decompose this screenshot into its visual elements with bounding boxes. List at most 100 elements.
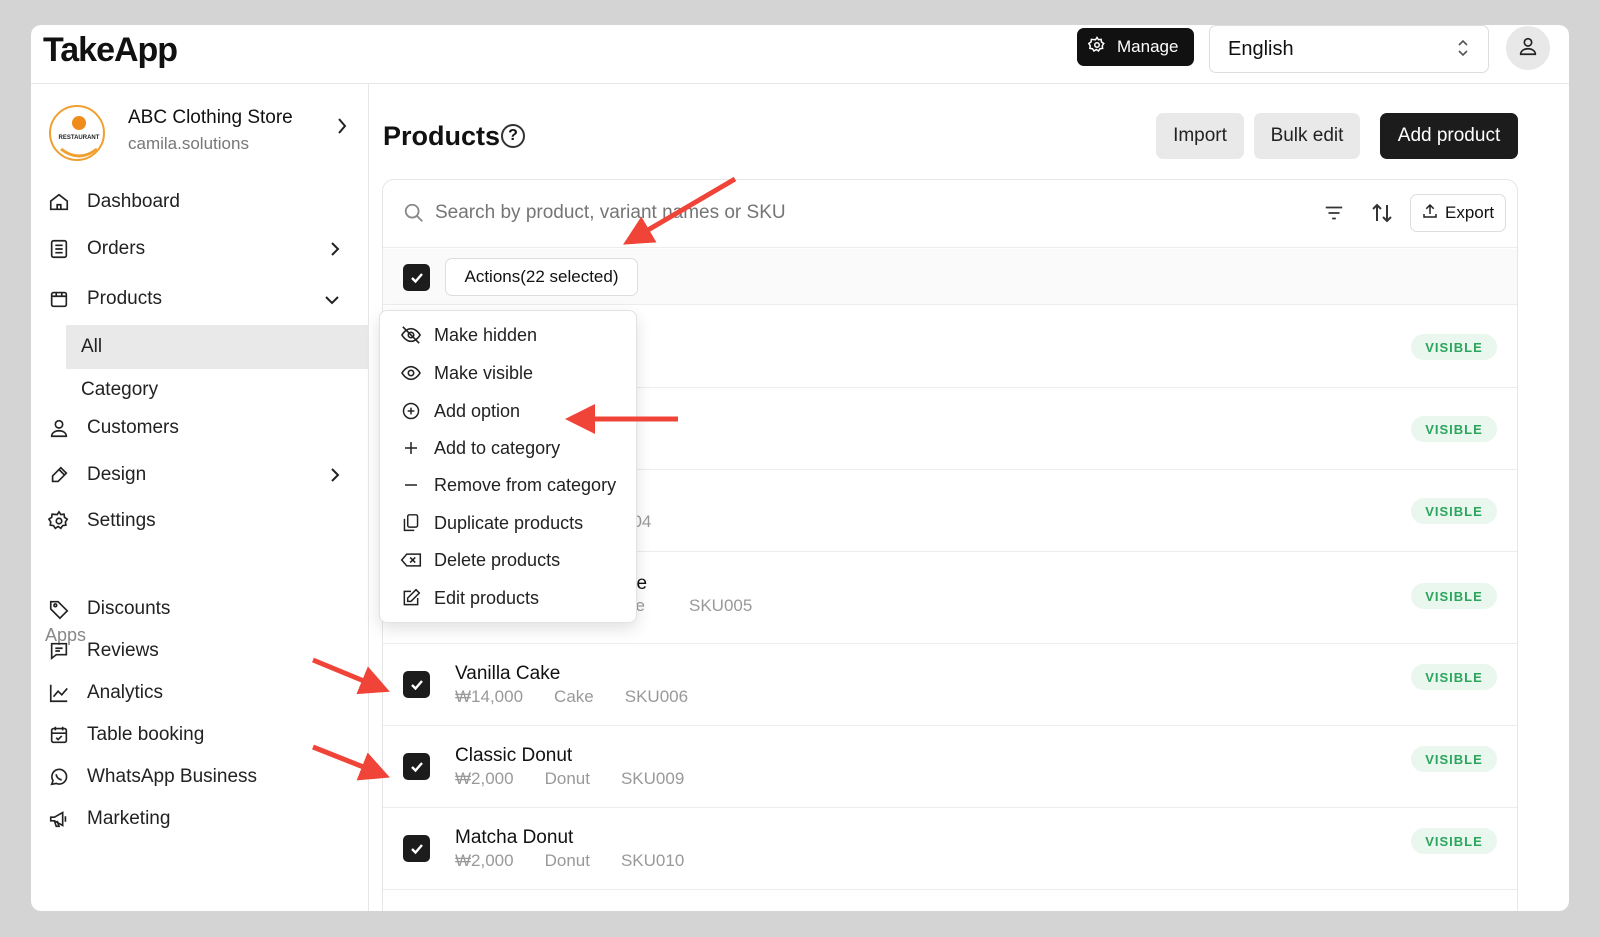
sidebar-item-label: Customers: [87, 417, 179, 438]
check-icon: [410, 679, 423, 690]
chevron-updown-icon: [1456, 37, 1470, 65]
sidebar-item-settings[interactable]: Settings: [47, 505, 357, 537]
product-category: Cake: [554, 687, 594, 706]
product-meta: ₩14,000 Cake SKU006: [455, 687, 719, 707]
sidebar-item-label: Design: [87, 464, 147, 485]
brush-icon: [47, 463, 71, 487]
add-product-button[interactable]: Add product: [1380, 113, 1518, 159]
app-window: TakeApp Manage English RESTAURANT ABC Cl…: [31, 25, 1569, 911]
menu-item-label: Edit products: [434, 587, 540, 608]
chevron-down-icon: [323, 291, 341, 313]
eye-off-icon: [400, 325, 422, 345]
product-price: ₩2,000: [455, 851, 514, 870]
sidebar-item-marketing[interactable]: Marketing: [47, 803, 357, 835]
store-switcher[interactable]: RESTAURANT ABC Clothing Store camila.sol…: [49, 101, 359, 171]
actions-button[interactable]: Actions(22 selected): [445, 258, 638, 296]
product-name: Matcha Donut: [455, 827, 574, 848]
sidebar-item-whatsapp-business[interactable]: WhatsApp Business: [47, 761, 357, 793]
product-name: Classic Donut: [455, 745, 573, 766]
user-avatar[interactable]: [1506, 26, 1550, 70]
sidebar-item-label: Settings: [87, 510, 156, 531]
sidebar-item-label: Dashboard: [87, 191, 180, 212]
gear-icon: [1087, 35, 1106, 59]
row-checkbox[interactable]: [403, 671, 430, 698]
store-name: ABC Clothing Store: [128, 107, 293, 128]
product-category: Donut: [544, 851, 590, 870]
menu-item-label: Duplicate products: [434, 512, 584, 533]
plus-circle-icon: [400, 401, 422, 421]
menu-item-duplicate-products[interactable]: Duplicate products: [400, 509, 583, 537]
row-checkbox[interactable]: [403, 753, 430, 780]
tag-icon: [47, 597, 71, 621]
orders-icon: [47, 237, 71, 261]
store-logo-text: RESTAURANT: [59, 135, 100, 141]
sidebar-item-customers[interactable]: Customers: [47, 412, 357, 444]
export-button[interactable]: Export: [1410, 194, 1506, 232]
status-badge: VISIBLE: [1411, 583, 1497, 609]
chevron-right-icon: [335, 115, 349, 142]
app-logo[interactable]: TakeApp: [43, 31, 178, 70]
sidebar-subitem-category[interactable]: Category: [66, 368, 369, 412]
eye-icon: [400, 364, 422, 382]
status-badge: VISIBLE: [1411, 664, 1497, 690]
sort-icon[interactable]: [1370, 201, 1394, 230]
row-checkbox[interactable]: [403, 835, 430, 862]
sidebar: RESTAURANT ABC Clothing Store camila.sol…: [31, 84, 369, 911]
message-icon: [47, 639, 71, 663]
menu-item-make-visible[interactable]: Make visible: [400, 359, 533, 387]
table-row[interactable]: Vanilla Cake ₩14,000 Cake SKU006 VISIBLE: [383, 644, 1517, 726]
bulk-actions-row: Actions(22 selected): [383, 249, 1517, 305]
bulk-edit-button[interactable]: Bulk edit: [1254, 113, 1360, 159]
top-bar: TakeApp Manage English: [31, 25, 1569, 84]
sidebar-item-label: Reviews: [87, 640, 159, 661]
check-icon: [410, 843, 423, 854]
menu-item-label: Remove from category: [434, 474, 617, 495]
sidebar-subitem-all[interactable]: All: [66, 325, 369, 369]
manage-button[interactable]: Manage: [1077, 28, 1194, 66]
table-row[interactable]: Matcha Donut ₩2,000 Donut SKU010 VISIBLE: [383, 808, 1517, 890]
megaphone-icon: [47, 807, 71, 831]
status-badge: VISIBLE: [1411, 334, 1497, 360]
language-select[interactable]: English: [1209, 25, 1489, 73]
menu-item-delete-products[interactable]: Delete products: [400, 546, 560, 574]
product-sku: SKU005: [689, 596, 753, 615]
sidebar-item-discounts[interactable]: Discounts: [47, 593, 357, 625]
sidebar-item-table-booking[interactable]: Table booking: [47, 719, 357, 751]
gear-icon: [47, 509, 71, 533]
product-sku: SKU006: [624, 687, 689, 706]
sidebar-item-dashboard[interactable]: Dashboard: [47, 186, 357, 218]
copy-icon: [400, 513, 422, 533]
product-category: Donut: [544, 769, 590, 788]
menu-item-label: Delete products: [434, 549, 561, 570]
search-input[interactable]: [435, 198, 1215, 228]
store-logo: RESTAURANT: [49, 105, 105, 161]
sidebar-item-analytics[interactable]: Analytics: [47, 677, 357, 709]
upload-icon: [1421, 202, 1439, 225]
user-icon: [47, 416, 71, 440]
export-label: Export: [1445, 203, 1495, 222]
product-sku: SKU010: [620, 851, 685, 870]
table-toolbar: Export: [383, 180, 1517, 248]
search-icon: [403, 202, 425, 229]
menu-item-edit-products[interactable]: Edit products: [400, 584, 539, 612]
sidebar-item-label: Products: [87, 288, 162, 309]
sidebar-item-reviews[interactable]: Reviews: [47, 635, 357, 667]
select-all-checkbox[interactable]: [403, 264, 430, 291]
import-button[interactable]: Import: [1156, 113, 1244, 159]
menu-item-remove-from-category[interactable]: Remove from category: [400, 471, 616, 499]
manage-label: Manage: [1117, 37, 1179, 56]
menu-item-make-hidden[interactable]: Make hidden: [400, 321, 537, 349]
help-icon[interactable]: ?: [501, 124, 525, 148]
table-row[interactable]: Classic Donut ₩2,000 Donut SKU009 VISIBL…: [383, 726, 1517, 808]
sidebar-item-design[interactable]: Design: [47, 459, 357, 491]
home-icon: [47, 190, 71, 214]
sidebar-item-label: Orders: [87, 238, 146, 259]
menu-item-add-option[interactable]: Add option: [400, 397, 520, 425]
menu-item-add-to-category[interactable]: Add to category: [400, 434, 560, 462]
delete-icon: [400, 551, 422, 569]
sidebar-item-products[interactable]: Products: [47, 283, 357, 315]
filter-icon[interactable]: [1323, 202, 1345, 229]
product-meta: ₩2,000 Donut SKU010: [455, 851, 715, 871]
minus-icon: [400, 476, 422, 494]
sidebar-item-orders[interactable]: Orders: [47, 233, 357, 265]
